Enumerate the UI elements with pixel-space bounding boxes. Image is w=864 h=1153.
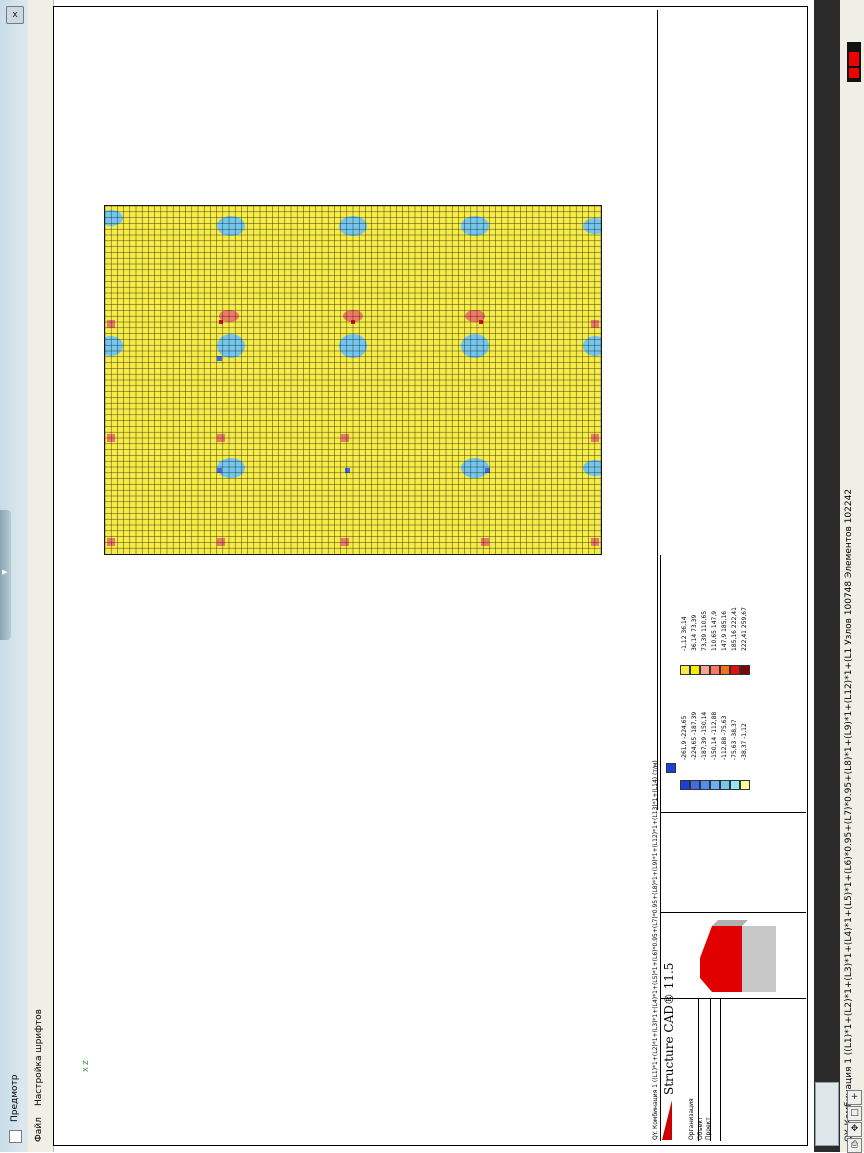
- legend-right-swatch: [730, 665, 740, 675]
- contour-plot: [104, 205, 602, 555]
- app-logo-icon: [847, 42, 861, 82]
- legend-right-swatch: [720, 665, 730, 675]
- legend-right-range: 110,65 147,9: [711, 610, 718, 651]
- legend-right-swatch: [700, 665, 710, 675]
- legend-right-range: 147,9 185,16: [721, 610, 728, 651]
- status-bar: [814, 0, 840, 1152]
- status-panel: [815, 1082, 839, 1146]
- model-thumbnail: [700, 918, 780, 994]
- legend-left-range: -187,39 -150,14: [701, 711, 708, 760]
- contour-grid-svg: [105, 206, 601, 554]
- arrow-right-icon: ▶: [2, 568, 8, 576]
- menu-item-font-settings[interactable]: Настройка шрифтов: [34, 1009, 44, 1106]
- legend-values: -261,9 -224,65 -224,65 -187,39 -187,39 -15…: [660, 555, 805, 805]
- legend-right-range: -1,12 36,14: [681, 616, 688, 651]
- legend-left-swatch: [690, 780, 700, 790]
- legend-left-swatch: [740, 780, 750, 790]
- field-object: Объект: [697, 1116, 704, 1140]
- legend-left-swatch: [720, 780, 730, 790]
- zoom-in-button[interactable]: +: [847, 1090, 862, 1105]
- menu-bar: [28, 0, 54, 1152]
- legend-left-range: -150,14 -112,88: [711, 711, 718, 760]
- legend-left-swatch: [700, 780, 710, 790]
- field-project: Проект: [705, 1117, 712, 1140]
- field-organization: Организация: [688, 1098, 695, 1140]
- legend-left-range: -112,88 -75,63: [721, 715, 728, 760]
- legend-right-range: 222,41 259,67: [741, 607, 748, 651]
- legend-left-swatch: [680, 780, 690, 790]
- legend-right-swatch: [690, 665, 700, 675]
- legend-left-swatch: [710, 780, 720, 790]
- print-button[interactable]: ⎙: [847, 1138, 862, 1153]
- pan-button[interactable]: ✥: [847, 1122, 862, 1137]
- legend-right-swatch: [710, 665, 720, 675]
- legend-right-swatch: [740, 665, 750, 675]
- legend-left-range: -75,63 -38,37: [731, 719, 738, 760]
- status-text: QY. Комбинация 1 ((L1)*1+(L2)*1+(L3)*1+(…: [844, 488, 854, 1142]
- legend-right-swatch: [680, 665, 690, 675]
- legend-left-range: -224,65 -187,39: [691, 711, 698, 760]
- legend-left-swatch: [730, 780, 740, 790]
- legend-right-range: 36,14 73,39: [691, 614, 698, 651]
- preview-checkbox[interactable]: [9, 1130, 22, 1143]
- preview-label: Предмотр: [10, 1074, 20, 1123]
- scad-logo: [662, 1100, 672, 1140]
- legend-right-range: 73,39 110,65: [701, 610, 708, 651]
- legend-left-range: -38,37 -1,12: [741, 723, 748, 760]
- panel-toggle-handle[interactable]: ▶: [0, 510, 11, 640]
- legend-right-range: 185,16 222,41: [731, 607, 738, 651]
- legend-left-range: -261,9 -224,65: [681, 715, 688, 760]
- axis-indicator: X Z: [82, 1060, 90, 1072]
- title-block-header: QY. Комбинация 1 ((L1)*1+(L2)*1+(L3)*1+(…: [652, 760, 659, 1140]
- close-button[interactable]: x: [6, 6, 24, 24]
- menu-item-file[interactable]: Файл: [34, 1117, 44, 1142]
- fit-button[interactable]: □: [847, 1106, 862, 1121]
- app-name: Structure CAD® 11.5: [662, 962, 676, 1095]
